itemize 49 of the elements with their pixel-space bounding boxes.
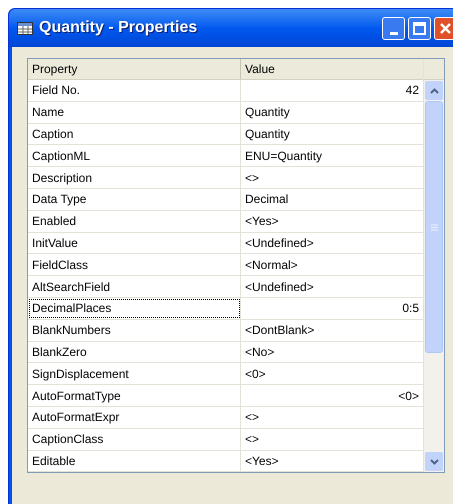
value-cell[interactable]: Quantity [241, 124, 423, 144]
property-cell[interactable]: CaptionML [28, 145, 241, 166]
value-cell[interactable]: 42 [241, 80, 423, 101]
value-cell[interactable]: <Normal> [241, 254, 423, 276]
scroll-up-button[interactable] [425, 81, 443, 100]
scrollbar-thumb[interactable] [425, 101, 443, 353]
value-cell[interactable]: <Undefined> [241, 276, 423, 297]
property-cell[interactable]: AltSearchField [28, 276, 241, 297]
property-cell[interactable]: Enabled [28, 210, 241, 232]
property-cell[interactable]: AutoFormatType [28, 385, 241, 406]
value-cell[interactable]: Decimal [241, 188, 423, 210]
value-cell[interactable]: <> [241, 167, 423, 188]
value-cell[interactable]: <0> [241, 385, 423, 406]
property-cell[interactable]: CaptionClass [28, 428, 241, 450]
property-cell[interactable]: AutoFormatExpr [28, 406, 241, 428]
property-cell[interactable]: Editable [28, 450, 241, 472]
column-header[interactable]: Property [28, 59, 241, 79]
chevron-up-icon [430, 88, 438, 94]
close-button[interactable] [434, 16, 453, 40]
property-cell[interactable]: BlankNumbers [28, 320, 241, 341]
value-cell[interactable]: <DontBlank> [241, 320, 423, 341]
scroll-down-button[interactable] [425, 452, 443, 472]
property-cell[interactable]: BlankZero [28, 342, 241, 362]
property-cell[interactable]: SignDisplacement [28, 363, 241, 384]
chevron-down-icon [430, 458, 438, 465]
property-cell[interactable]: Data Type [28, 188, 241, 210]
close-icon [439, 22, 452, 34]
minimize-button[interactable] [382, 16, 405, 40]
property-cell[interactable]: Caption [28, 124, 241, 144]
property-cell[interactable]: InitValue [28, 232, 241, 254]
value-cell[interactable]: 0:5 [241, 298, 423, 319]
value-cell[interactable]: Quantity [241, 102, 423, 123]
property-cell[interactable]: Field No. [28, 80, 241, 101]
maximize-button[interactable] [408, 16, 431, 40]
column-header[interactable]: Value [241, 59, 423, 79]
value-cell[interactable]: ENU=Quantity [241, 145, 423, 166]
value-cell[interactable]: <> [241, 406, 423, 428]
value-cell[interactable]: <Yes> [241, 210, 423, 232]
property-cell[interactable]: Name [28, 102, 241, 123]
value-cell[interactable]: <Undefined> [241, 232, 423, 254]
value-cell[interactable]: <> [241, 428, 423, 450]
value-cell[interactable]: <Yes> [241, 450, 423, 472]
property-cell[interactable]: DecimalPlaces [28, 298, 241, 319]
property-cell[interactable]: FieldClass [28, 254, 241, 276]
property-cell[interactable]: Description [28, 167, 241, 188]
table-icon [17, 22, 33, 34]
window-title: Quantity - Properties [39, 18, 198, 38]
value-cell[interactable]: <No> [241, 342, 423, 362]
value-cell[interactable]: <0> [241, 363, 423, 384]
